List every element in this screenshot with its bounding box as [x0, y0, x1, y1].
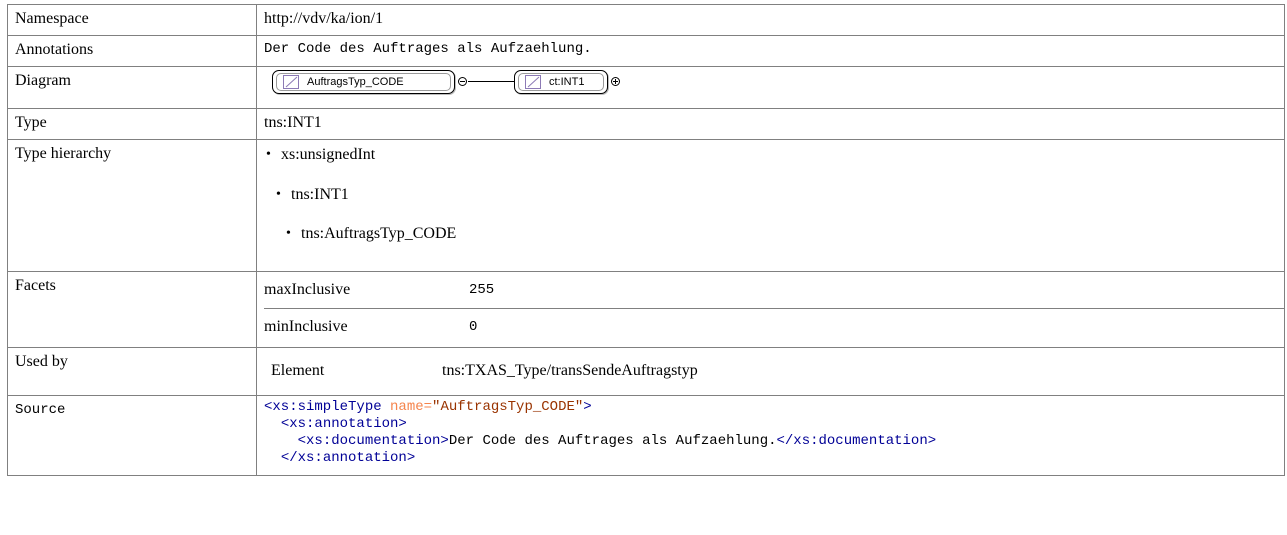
- hierarchy-item-label: xs:unsignedInt: [281, 146, 376, 163]
- source-tag: <xs:documentation>: [297, 433, 449, 449]
- facet-row: maxInclusive 255: [264, 272, 1284, 309]
- facets-table: maxInclusive 255 minInclusive 0: [264, 272, 1284, 345]
- hierarchy-item: • tns:INT1: [264, 185, 1284, 205]
- type-label: Type: [7, 108, 257, 140]
- schema-doc-table: Namespace http://vdv/ka/ion/1 Annotation…: [7, 4, 1285, 476]
- type-hierarchy-label: Type hierarchy: [7, 139, 257, 272]
- hierarchy-item: • xs:unsignedInt: [264, 145, 1284, 165]
- bullet-icon: •: [286, 226, 291, 241]
- used-by-entry: Element tns:TXAS_Type/transSendeAuftrags…: [257, 348, 1284, 388]
- row-facets: Facets maxInclusive 255 minInclusive 0: [7, 271, 1285, 348]
- source-label: Source: [7, 395, 257, 476]
- bullet-icon: •: [266, 147, 271, 162]
- source-tag: >: [583, 399, 592, 415]
- row-annotations: Annotations Der Code des Auftrages als A…: [7, 35, 1285, 67]
- annotations-label: Annotations: [7, 35, 257, 67]
- hierarchy-item-label: tns:INT1: [291, 186, 349, 203]
- used-by-label: Used by: [7, 347, 257, 396]
- row-used-by: Used by Element tns:TXAS_Type/transSende…: [7, 347, 1285, 396]
- type-hierarchy-cell: • xs:unsignedInt • tns:INT1 • tns:Auftra…: [256, 139, 1285, 272]
- source-text: Der Code des Auftrages als Aufzaehlung.: [448, 433, 777, 449]
- row-diagram: Diagram AuftragsTyp_CODE ct:INT1: [7, 66, 1285, 109]
- facet-row: minInclusive 0: [264, 309, 1284, 346]
- row-type: Type tns:INT1: [7, 108, 1285, 140]
- namespace-label: Namespace: [7, 4, 257, 36]
- source-tag: <xs:simpleType: [264, 399, 382, 415]
- row-source: Source <xs:simpleType name="AuftragsTyp_…: [7, 395, 1285, 476]
- diagram-node-label: ct:INT1: [549, 76, 585, 88]
- hierarchy-item-label: tns:AuftragsTyp_CODE: [301, 225, 457, 242]
- facets-cell: maxInclusive 255 minInclusive 0: [256, 271, 1285, 348]
- source-tag: </xs:annotation>: [280, 450, 416, 466]
- annotations-value: Der Code des Auftrages als Aufzaehlung.: [256, 35, 1285, 67]
- used-by-cell: Element tns:TXAS_Type/transSendeAuftrags…: [256, 347, 1285, 396]
- source-attribute-name: name=: [390, 399, 433, 415]
- diagram-connector: [468, 81, 514, 82]
- facets-label: Facets: [7, 271, 257, 348]
- type-value: tns:INT1: [256, 108, 1285, 140]
- collapse-icon[interactable]: [458, 77, 467, 86]
- source-attribute-value: "AuftragsTyp_CODE": [432, 399, 584, 415]
- diagram-label: Diagram: [7, 66, 257, 109]
- simple-type-icon: [525, 75, 541, 89]
- source-cell: <xs:simpleType name="AuftragsTyp_CODE"> …: [256, 395, 1285, 476]
- used-by-kind: Element: [271, 362, 325, 379]
- row-namespace: Namespace http://vdv/ka/ion/1: [7, 4, 1285, 36]
- facet-value: 0: [469, 319, 478, 335]
- diagram-node-int1[interactable]: ct:INT1: [514, 70, 608, 94]
- bullet-icon: •: [276, 187, 281, 202]
- facet-name: minInclusive: [264, 318, 348, 335]
- diagram-node-auftragstyp[interactable]: AuftragsTyp_CODE: [272, 70, 455, 94]
- diagram-node-label: AuftragsTyp_CODE: [307, 76, 404, 88]
- facet-value: 255: [469, 272, 1284, 309]
- source-code: <xs:simpleType name="AuftragsTyp_CODE"> …: [264, 399, 1284, 467]
- used-by-target-link[interactable]: tns:TXAS_Type/transSendeAuftragstyp: [442, 362, 698, 380]
- facet-name: maxInclusive: [264, 272, 469, 309]
- simple-type-icon: [283, 75, 299, 89]
- schema-diagram: AuftragsTyp_CODE ct:INT1: [264, 67, 1284, 101]
- diagram-cell: AuftragsTyp_CODE ct:INT1: [256, 66, 1285, 109]
- expand-icon[interactable]: [611, 77, 620, 86]
- hierarchy-item: • tns:AuftragsTyp_CODE: [264, 224, 1284, 244]
- row-type-hierarchy: Type hierarchy • xs:unsignedInt • tns:IN…: [7, 139, 1285, 272]
- namespace-value: http://vdv/ka/ion/1: [256, 4, 1285, 36]
- source-tag: <xs:annotation>: [280, 416, 407, 432]
- source-tag: </xs:documentation>: [776, 433, 937, 449]
